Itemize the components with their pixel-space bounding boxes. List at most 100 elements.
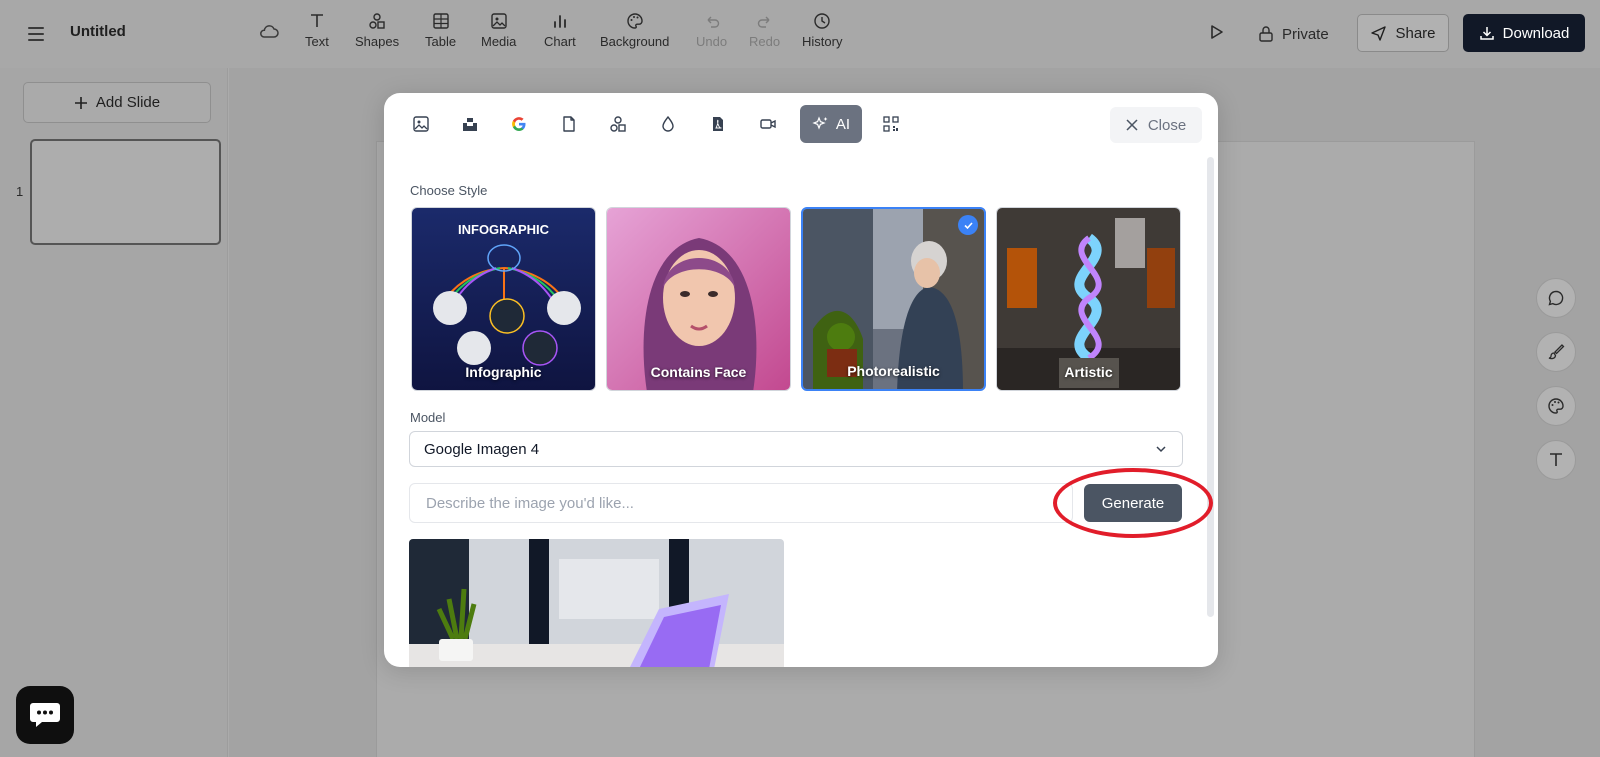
lock-icon bbox=[1259, 26, 1273, 42]
toolbar-table-button[interactable]: Table bbox=[425, 12, 456, 49]
insert-image-dialog: AI Close Choose Style INFOGRAPHIC Infogr… bbox=[384, 93, 1218, 667]
style-card-photorealistic[interactable]: Photorealistic bbox=[801, 207, 986, 391]
tab-unsplash[interactable] bbox=[451, 105, 489, 143]
style-card-contains-face[interactable]: Contains Face bbox=[606, 207, 791, 391]
source-tabs: AI bbox=[384, 105, 1218, 143]
toolbar-chart-label: Chart bbox=[544, 34, 576, 49]
private-toggle-button[interactable]: Private bbox=[1258, 20, 1329, 48]
slide-thumbnail[interactable] bbox=[30, 139, 221, 245]
style-card-infographic[interactable]: INFOGRAPHIC Infographic bbox=[411, 207, 596, 391]
sparkles-icon bbox=[812, 116, 828, 130]
dialog-scrollbar[interactable] bbox=[1207, 157, 1214, 617]
text-icon bbox=[310, 14, 323, 27]
palette-icon bbox=[626, 13, 643, 29]
generated-image-preview bbox=[409, 539, 784, 667]
top-toolbar: Untitled Text Shapes Table Media Chart B… bbox=[0, 0, 1600, 68]
toolbar-history-label: History bbox=[802, 34, 843, 49]
tab-shapes[interactable] bbox=[599, 105, 637, 143]
comment-tool-button[interactable] bbox=[1536, 278, 1576, 318]
text-icon bbox=[1550, 453, 1562, 466]
generated-image-result[interactable] bbox=[409, 539, 784, 667]
pdf-file-icon bbox=[713, 117, 723, 131]
tab-video[interactable] bbox=[749, 105, 787, 143]
history-icon bbox=[814, 13, 830, 29]
tab-file[interactable] bbox=[550, 105, 588, 143]
table-icon bbox=[432, 13, 449, 29]
typography-tool-button[interactable] bbox=[1536, 440, 1576, 480]
toolbar-undo-label: Undo bbox=[696, 34, 728, 49]
model-select[interactable]: Google Imagen 4 bbox=[409, 431, 1183, 467]
add-slide-button[interactable]: Add Slide bbox=[23, 82, 211, 123]
toolbar-table-label: Table bbox=[425, 34, 457, 49]
selected-check-icon bbox=[958, 215, 978, 235]
download-button[interactable]: Download bbox=[1463, 14, 1585, 52]
toolbar-shapes-label: Shapes bbox=[355, 34, 400, 49]
tab-color-drop[interactable] bbox=[649, 105, 687, 143]
media-icon bbox=[491, 13, 507, 29]
image-prompt-input[interactable] bbox=[409, 483, 1073, 523]
palette-icon bbox=[1548, 398, 1564, 414]
close-dialog-button[interactable]: Close bbox=[1110, 107, 1202, 143]
hamburger-menu-icon[interactable] bbox=[22, 20, 50, 48]
slide-number: 1 bbox=[16, 184, 24, 199]
chart-icon bbox=[553, 15, 566, 28]
redo-icon bbox=[757, 16, 770, 28]
shapes-icon bbox=[610, 116, 626, 132]
close-label: Close bbox=[1147, 116, 1187, 134]
plus-icon bbox=[74, 96, 87, 109]
ai-tab-label: AI bbox=[835, 115, 851, 133]
private-label: Private bbox=[1282, 25, 1329, 43]
document-title[interactable]: Untitled bbox=[70, 23, 126, 40]
droplet-icon bbox=[662, 115, 674, 132]
toolbar-media-label: Media bbox=[481, 34, 517, 49]
generate-button[interactable]: Generate bbox=[1084, 484, 1182, 522]
tab-upload-image[interactable] bbox=[402, 105, 440, 143]
toolbar-undo-button[interactable]: Undo bbox=[696, 12, 727, 49]
qr-code-icon bbox=[883, 116, 899, 132]
toolbar-text-label: Text bbox=[305, 34, 329, 49]
generate-label: Generate bbox=[1101, 494, 1165, 512]
shapes-icon bbox=[369, 13, 385, 29]
play-icon[interactable] bbox=[1206, 22, 1226, 42]
toolbar-redo-button[interactable]: Redo bbox=[749, 12, 780, 49]
style-name: Artistic bbox=[1064, 364, 1113, 380]
choose-style-label: Choose Style bbox=[410, 183, 488, 198]
theme-tool-button[interactable] bbox=[1536, 386, 1576, 426]
style-card-artistic[interactable]: Artistic bbox=[996, 207, 1181, 391]
infographic-heading: INFOGRAPHIC bbox=[458, 222, 549, 237]
slides-panel: Add Slide 1 bbox=[0, 68, 228, 757]
brush-tool-button[interactable] bbox=[1536, 332, 1576, 372]
style-name: Infographic bbox=[465, 364, 542, 380]
chat-icon bbox=[30, 703, 60, 727]
close-icon bbox=[1126, 119, 1138, 131]
support-chat-button[interactable] bbox=[16, 686, 74, 744]
comment-icon bbox=[1548, 290, 1564, 306]
download-icon bbox=[1479, 27, 1494, 40]
toolbar-background-label: Background bbox=[600, 34, 670, 49]
chevron-down-icon bbox=[1156, 446, 1166, 453]
add-slide-label: Add Slide bbox=[95, 94, 161, 111]
toolbar-shapes-button[interactable]: Shapes bbox=[355, 12, 399, 49]
toolbar-redo-label: Redo bbox=[749, 34, 781, 49]
google-icon bbox=[512, 117, 526, 131]
video-icon bbox=[760, 119, 776, 129]
toolbar-media-button[interactable]: Media bbox=[481, 12, 516, 49]
tab-google[interactable] bbox=[500, 105, 538, 143]
model-label: Model bbox=[410, 410, 446, 425]
tab-ai[interactable]: AI bbox=[800, 105, 862, 143]
tab-pdf[interactable] bbox=[699, 105, 737, 143]
file-icon bbox=[563, 116, 575, 132]
cloud-save-icon bbox=[260, 25, 279, 38]
undo-icon bbox=[707, 16, 719, 28]
toolbar-history-button[interactable]: History bbox=[802, 12, 842, 49]
toolbar-text-button[interactable]: Text bbox=[305, 12, 329, 49]
paintbrush-icon bbox=[1548, 344, 1565, 360]
tab-qr-code[interactable] bbox=[872, 105, 910, 143]
share-button[interactable]: Share bbox=[1357, 14, 1449, 52]
download-label: Download bbox=[1502, 24, 1570, 42]
toolbar-chart-button[interactable]: Chart bbox=[544, 12, 576, 49]
image-icon bbox=[413, 116, 429, 132]
unsplash-icon bbox=[463, 118, 477, 131]
send-icon bbox=[1371, 25, 1387, 41]
toolbar-background-button[interactable]: Background bbox=[600, 12, 669, 49]
